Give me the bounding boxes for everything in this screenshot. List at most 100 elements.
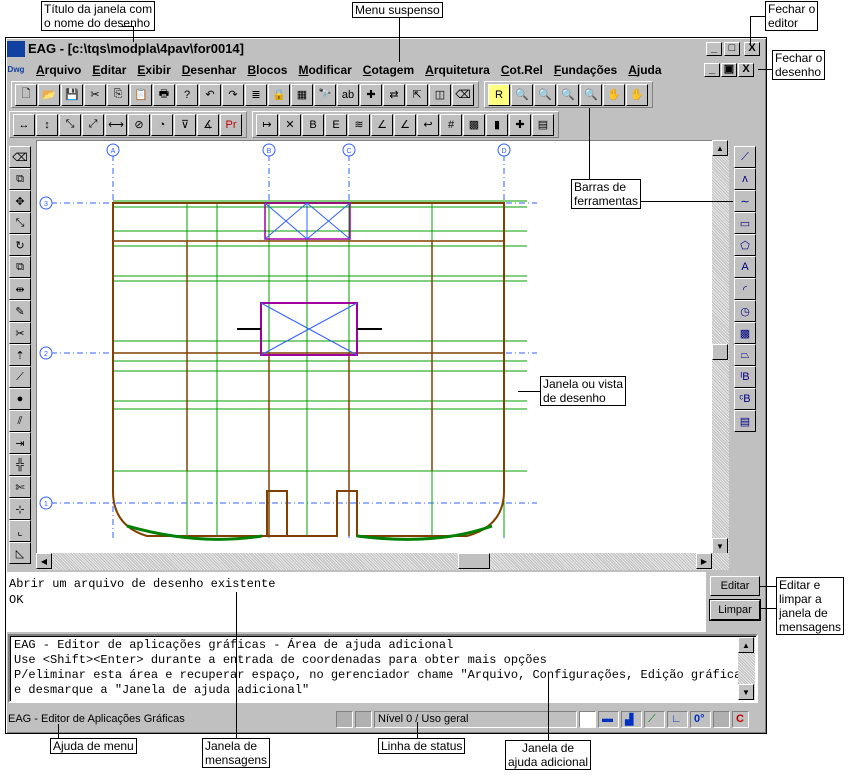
menu-arquivo[interactable]: Arquivo xyxy=(36,63,81,77)
zoom-out-icon[interactable]: 🔍 xyxy=(557,83,579,106)
dim-vertical-icon[interactable]: ↕ xyxy=(36,113,58,136)
menu-fundaes[interactable]: Fundações xyxy=(554,63,617,77)
scroll-up-icon[interactable]: ▲ xyxy=(738,637,754,653)
scroll-down-icon[interactable]: ▼ xyxy=(738,684,754,700)
undo-icon[interactable]: ↶ xyxy=(199,83,221,106)
menu-exibir[interactable]: Exibir xyxy=(137,63,170,77)
hatch-icon[interactable]: ▩ xyxy=(734,322,756,344)
curve-icon[interactable]: ∼ xyxy=(734,190,756,212)
clear-messages-button[interactable]: Limpar xyxy=(710,600,760,620)
circle-icon[interactable]: ◷ xyxy=(734,300,756,322)
block-i-icon[interactable]: ᴵB xyxy=(734,366,756,388)
help-scrollbar[interactable]: ▲ ▼ xyxy=(738,637,755,700)
cotrel-5-icon[interactable]: ≋ xyxy=(348,113,370,136)
measure-icon[interactable]: ⊹ xyxy=(9,498,31,520)
open-icon[interactable]: 📂 xyxy=(38,83,60,106)
cotrel-8-icon[interactable]: ↩ xyxy=(417,113,439,136)
dim-aligned-icon[interactable]: ⤡ xyxy=(59,113,81,136)
scroll-right-icon[interactable]: ▶ xyxy=(696,553,712,569)
angle-status[interactable]: 0° xyxy=(690,710,711,728)
pan-realtime-icon[interactable]: ✋ xyxy=(626,83,648,106)
polyline-icon[interactable]: ʌ xyxy=(734,168,756,190)
cotrel-10-icon[interactable]: ▩ xyxy=(463,113,485,136)
cut-icon[interactable]: ✂ xyxy=(84,83,106,106)
text-replace-icon[interactable]: ab xyxy=(337,83,359,106)
menu-ajuda[interactable]: Ajuda xyxy=(628,63,661,77)
rectangle-icon[interactable]: ▭ xyxy=(734,212,756,234)
divide-icon[interactable]: ⇥ xyxy=(9,432,31,454)
join-icon[interactable]: ╬ xyxy=(9,454,31,476)
dim-level-icon[interactable]: ⊽ xyxy=(174,113,196,136)
horizontal-scrollbar[interactable]: ◀ ▶ xyxy=(36,553,729,570)
block-insert-icon[interactable]: ⏢ xyxy=(734,344,756,366)
cotrel-9-icon[interactable]: # xyxy=(440,113,462,136)
axes-icon[interactable]: ∟ xyxy=(667,710,688,728)
cotrel-6-icon[interactable]: ∠ xyxy=(371,113,393,136)
scroll-thumb[interactable] xyxy=(712,344,728,360)
swap-icon[interactable]: ⇄ xyxy=(383,83,405,106)
cotrel-4-icon[interactable]: E xyxy=(325,113,347,136)
ortho-line-icon[interactable]: ⟋ xyxy=(644,710,665,728)
stretch-icon[interactable]: ⤡ xyxy=(9,212,31,234)
redo-icon[interactable]: ↷ xyxy=(222,83,244,106)
magnet-icon[interactable]: C xyxy=(732,710,749,728)
erase-icon[interactable]: ⌫ xyxy=(9,146,31,168)
colors-icon[interactable]: ▦ xyxy=(291,83,313,106)
dim-radius-icon[interactable]: ◔ xyxy=(151,113,173,136)
maximize-button[interactable]: □ xyxy=(724,41,740,56)
new-icon[interactable]: 🗋 xyxy=(15,83,37,106)
scroll-down-icon[interactable]: ▼ xyxy=(712,538,728,554)
scroll-left-icon[interactable]: ◀ xyxy=(36,553,52,569)
zoom-previous-icon[interactable]: 🔍 xyxy=(534,83,556,106)
fillet-icon[interactable]: ⌞ xyxy=(9,520,31,542)
level-status[interactable]: Nível 0 / Uso geral xyxy=(374,710,577,728)
polygon-icon[interactable]: ⬠ xyxy=(734,234,756,256)
menu-cotrel[interactable]: Cot.Rel xyxy=(501,63,543,77)
chamfer-icon[interactable]: ◺ xyxy=(9,542,31,564)
dim-continuous-icon[interactable]: ⟷ xyxy=(105,113,127,136)
cotrel-11-icon[interactable]: ▮ xyxy=(486,113,508,136)
cotrel-2-icon[interactable]: ✕ xyxy=(279,113,301,136)
scroll-thumb[interactable] xyxy=(458,553,490,569)
redraw-icon[interactable]: R xyxy=(488,83,510,106)
rotate-icon[interactable]: ↻ xyxy=(9,234,31,256)
zoom-window-icon[interactable]: 🔍 xyxy=(511,83,533,106)
scroll-up-icon[interactable]: ▲ xyxy=(712,140,728,156)
edit-icon[interactable]: ✎ xyxy=(9,300,31,322)
cross-icon[interactable]: ✚ xyxy=(360,83,382,106)
block-list-icon[interactable]: ▤ xyxy=(734,410,756,432)
move-icon[interactable]: ✥ xyxy=(9,190,31,212)
dim-diameter-icon[interactable]: ⊘ xyxy=(128,113,150,136)
scissors-icon[interactable]: ✄ xyxy=(9,476,31,498)
edit-messages-button[interactable]: Editar xyxy=(710,576,760,596)
save-icon[interactable]: 💾 xyxy=(61,83,83,106)
lock-layer-icon[interactable]: ▟ xyxy=(621,710,642,728)
dim-rotated-icon[interactable]: ⤢ xyxy=(82,113,104,136)
eraser-icon[interactable]: ⌫ xyxy=(452,83,474,106)
close-editor-button[interactable]: X xyxy=(744,41,760,56)
arc-icon[interactable]: ◜ xyxy=(734,278,756,300)
dim-angle-icon[interactable]: ∡ xyxy=(197,113,219,136)
copy-object-icon[interactable]: ⧉ xyxy=(9,168,31,190)
menu-cotagem[interactable]: Cotagem xyxy=(363,63,414,77)
menu-editar[interactable]: Editar xyxy=(92,63,126,77)
vertical-scrollbar[interactable]: ▲ ▼ xyxy=(712,140,729,554)
copy-icon[interactable]: ⎘ xyxy=(107,83,129,106)
doc-minimize-button[interactable]: _ xyxy=(704,62,720,77)
line-icon[interactable]: ⟋ xyxy=(734,146,756,168)
lock-icon[interactable]: 🔒 xyxy=(268,83,290,106)
window-icon[interactable]: ◫ xyxy=(429,83,451,106)
block-c-icon[interactable]: ᶜB xyxy=(734,388,756,410)
print-icon[interactable]: 🖶 xyxy=(153,83,175,106)
dim-properties-icon[interactable]: Pr xyxy=(220,113,242,136)
layers-icon[interactable]: ≣ xyxy=(245,83,267,106)
cotrel-3-icon[interactable]: B xyxy=(302,113,324,136)
menu-desenhar[interactable]: Desenhar xyxy=(182,63,237,77)
point-icon[interactable]: ● xyxy=(9,388,31,410)
export-icon[interactable]: ⇱ xyxy=(406,83,428,106)
doc-restore-button[interactable]: ▣ xyxy=(721,62,737,77)
mirror-icon[interactable]: ⇹ xyxy=(9,278,31,300)
line-weight-icon[interactable]: ▬ xyxy=(598,710,619,728)
cotrel-1-icon[interactable]: ↦ xyxy=(256,113,278,136)
cotrel-7-icon[interactable]: ∠ xyxy=(394,113,416,136)
